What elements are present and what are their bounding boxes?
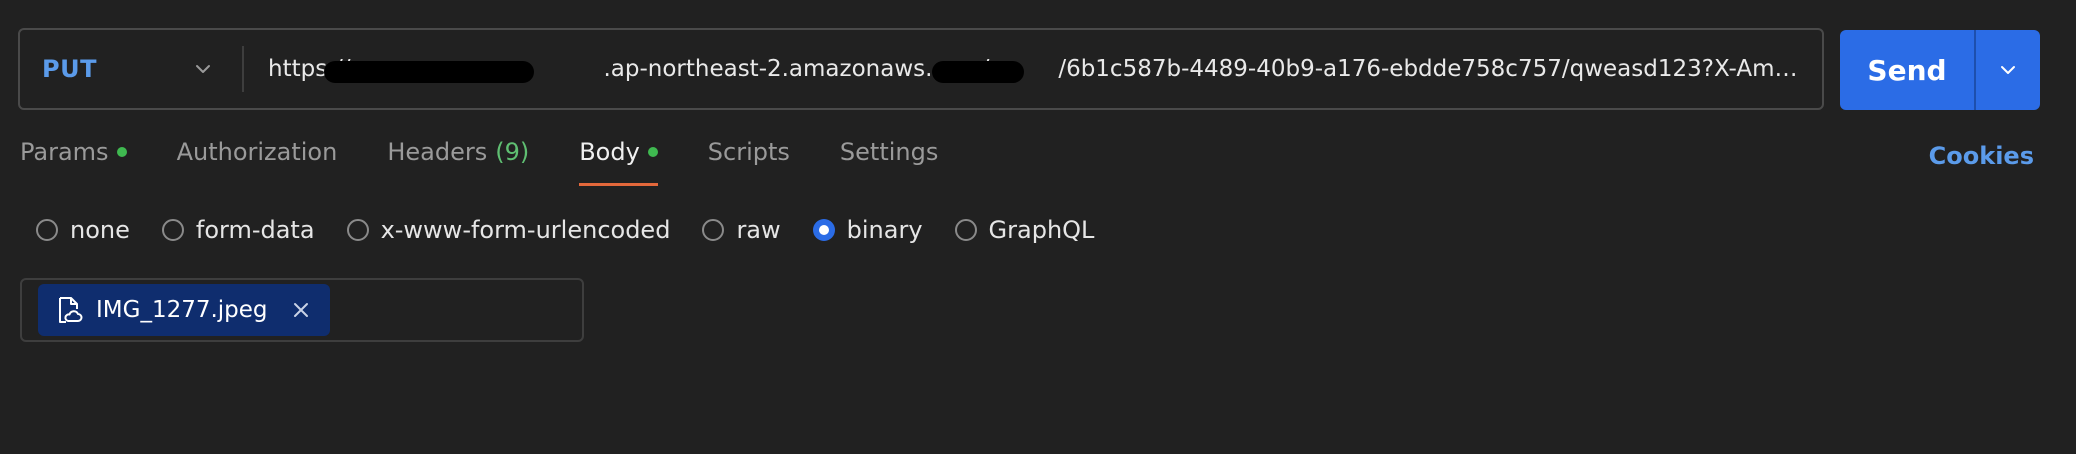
radio-circle (36, 219, 58, 241)
tab-label: Headers (387, 138, 488, 166)
radio-none[interactable]: none (36, 216, 130, 244)
radio-label: binary (846, 216, 923, 244)
radio-raw[interactable]: raw (702, 216, 781, 244)
tab-label: Authorization (176, 138, 338, 166)
send-options-button[interactable] (1976, 30, 2040, 110)
radio-label: x-www-form-urlencoded (380, 216, 671, 244)
request-tabs: Params Authorization Headers (9) Body Sc… (20, 138, 988, 192)
send-button[interactable]: Send (1840, 30, 1974, 110)
file-cloud-icon (59, 297, 83, 323)
radio-circle-checked (812, 219, 835, 241)
radio-label: form-data (195, 216, 315, 244)
binary-file-selector[interactable]: IMG_1277.jpeg (20, 278, 584, 342)
tab-label: Scripts (707, 138, 790, 166)
close-icon[interactable] (290, 299, 312, 321)
radio-label: raw (736, 216, 781, 244)
radio-label: GraphQL (988, 216, 1095, 244)
chevron-down-icon (196, 65, 210, 73)
redaction-mark (932, 61, 1024, 83)
tab-label: Settings (839, 138, 939, 166)
radio-circle (954, 219, 977, 241)
url-input[interactable]: https:// .ap-northeast-2.amazonaws.com/ … (244, 30, 1822, 108)
radio-binary[interactable]: binary (812, 216, 923, 244)
selected-file-chip: IMG_1277.jpeg (38, 284, 330, 336)
tab-label: Body (579, 138, 640, 166)
cookies-link[interactable]: Cookies (1929, 142, 2034, 170)
radio-form-data[interactable]: form-data (161, 216, 315, 244)
radio-circle (702, 219, 725, 241)
params-indicator-dot (116, 147, 127, 157)
headers-count: (9) (495, 138, 530, 166)
tab-settings[interactable]: Settings (840, 138, 938, 186)
radio-label: none (70, 216, 130, 244)
radio-x-www-form-urlencoded[interactable]: x-www-form-urlencoded (346, 216, 671, 244)
file-name: IMG_1277.jpeg (96, 297, 268, 323)
radio-graphql[interactable]: GraphQL (954, 216, 1095, 244)
tab-params[interactable]: Params (20, 138, 127, 186)
send-button-group: Send (1840, 30, 2040, 110)
body-indicator-dot (647, 147, 658, 157)
tab-scripts[interactable]: Scripts (708, 138, 790, 186)
method-label: PUT (42, 55, 97, 83)
tab-authorization[interactable]: Authorization (177, 138, 338, 186)
request-url-bar: PUT https:// .ap-northeast-2.amazonaws.c… (18, 28, 1824, 110)
body-type-radio-group: none form-data x-www-form-urlencoded raw… (36, 214, 1126, 246)
tab-headers[interactable]: Headers (9) (387, 138, 529, 186)
redaction-mark (324, 61, 534, 83)
request-editor: PUT https:// .ap-northeast-2.amazonaws.c… (0, 0, 2076, 454)
tab-label: Params (20, 138, 109, 166)
radio-circle (346, 219, 369, 241)
radio-circle (161, 219, 184, 241)
chevron-down-icon (2001, 66, 2015, 74)
tab-body[interactable]: Body (579, 138, 658, 186)
method-select[interactable]: PUT (20, 30, 242, 108)
